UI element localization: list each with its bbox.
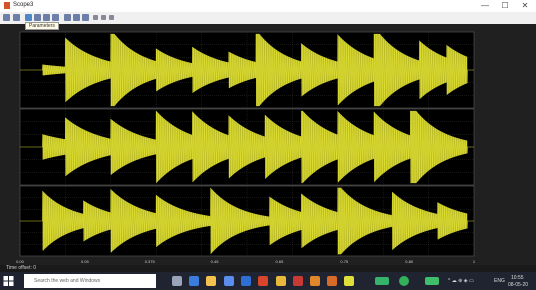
x-tick-label: 0.80: [405, 259, 414, 264]
settings-icon[interactable]: [13, 14, 20, 21]
x-tick-label: 0.05: [81, 259, 90, 264]
system-tray-icons[interactable]: ^ ☁ ⊕ ◈ ▭: [448, 277, 474, 285]
maximize-button[interactable]: ☐: [496, 0, 514, 11]
search-placeholder: Search the web and Windows: [34, 278, 101, 284]
x-tick-label: 0.375: [145, 259, 156, 264]
scope-panel-1: [19, 31, 475, 109]
scope-app-icon: [4, 2, 10, 9]
x-tick-label: 0.00: [16, 259, 25, 264]
autoscale-icon[interactable]: [52, 14, 59, 21]
x-tick-label: 0.65: [276, 259, 285, 264]
edge-icon[interactable]: [189, 276, 199, 286]
status-text: Time offset: 0: [6, 265, 37, 271]
windows-start-icon[interactable]: [3, 276, 14, 286]
save-axes-icon[interactable]: [64, 14, 71, 21]
close-button[interactable]: ✕: [516, 0, 534, 11]
store-icon[interactable]: [224, 276, 234, 286]
restore-axes-icon[interactable]: [73, 14, 80, 21]
battery-icon[interactable]: [425, 277, 439, 285]
window-title: Scope3: [13, 2, 34, 8]
taskbar-search-box[interactable]: Search the web and Windows: [24, 274, 156, 288]
status-bar: Time offset: 0: [0, 265, 536, 272]
battery-app-icon[interactable]: [375, 277, 389, 285]
green-circle-app-icon[interactable]: [399, 276, 409, 286]
print-icon[interactable]: [3, 14, 10, 21]
minimize-button[interactable]: —: [476, 0, 494, 11]
office-icon[interactable]: [258, 276, 268, 286]
legend-icon[interactable]: [101, 15, 106, 20]
matlab-icon[interactable]: [327, 276, 337, 286]
zoom-in-icon[interactable]: [25, 14, 32, 21]
task-view-icon[interactable]: [172, 276, 182, 286]
toolbar-tooltip: Parameters: [25, 22, 59, 30]
title-bar: Scope3 — ☐ ✕: [0, 0, 536, 12]
x-tick-label: 0.45: [211, 259, 220, 264]
pan-icon[interactable]: [109, 15, 114, 20]
scope-plots: 0.00 0.05 0.375 0.45 0.65 0.75 0.80 1: [16, 31, 476, 264]
language-indicator[interactable]: ENG: [494, 277, 505, 285]
file-explorer-icon[interactable]: [206, 276, 216, 286]
media-icon[interactable]: [310, 276, 320, 286]
mail-icon[interactable]: [241, 276, 251, 286]
clock-date[interactable]: 08-05-20: [508, 281, 528, 289]
floating-scope-icon[interactable]: [82, 14, 89, 21]
scope-figure: 0.00 0.05 0.375 0.45 0.65 0.75 0.80 1: [0, 24, 536, 265]
x-tick-label: 0.75: [340, 259, 349, 264]
scope-icon[interactable]: [344, 276, 354, 286]
x-tick-label: 1: [473, 259, 476, 264]
scope-panel-2: [19, 108, 475, 186]
scope-panel-3: 0.00 0.05 0.375 0.45 0.65 0.75 0.80 1: [16, 185, 476, 264]
chrome-icon[interactable]: [276, 276, 286, 286]
zoom-y-icon[interactable]: [43, 14, 50, 21]
lock-axes-icon[interactable]: [93, 15, 98, 20]
zoom-x-icon[interactable]: [34, 14, 41, 21]
windows-taskbar: Search the web and Windows ^ ☁ ⊕ ◈ ▭ ENG…: [0, 272, 536, 290]
pdf-icon[interactable]: [293, 276, 303, 286]
